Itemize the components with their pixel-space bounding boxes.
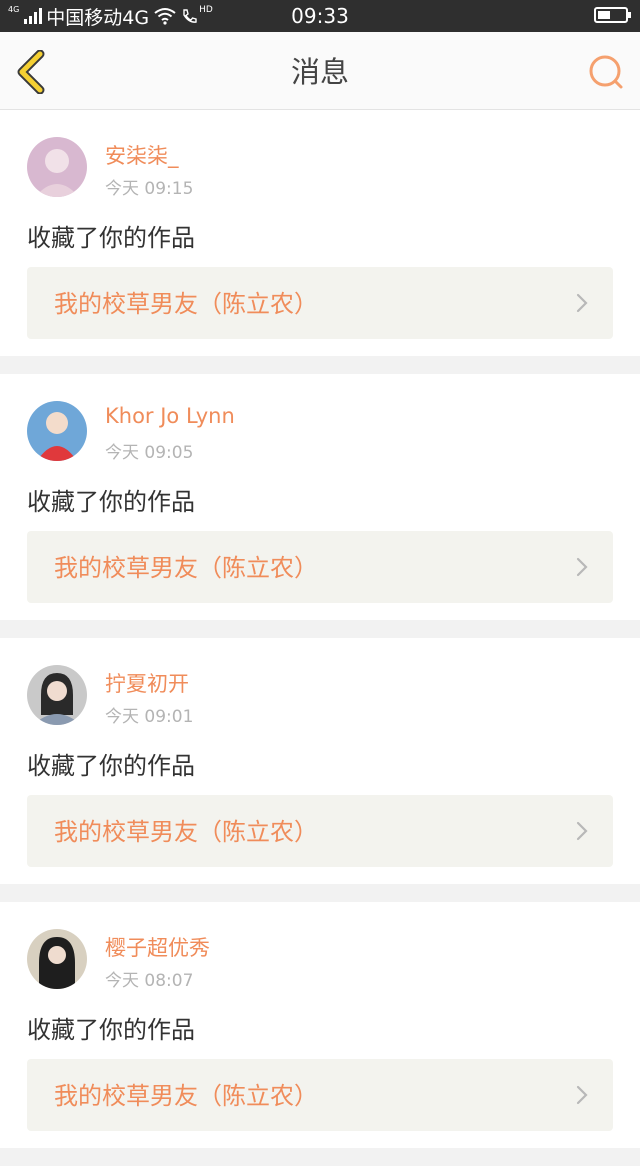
message-card: 拧夏初开 今天 09:01 收藏了你的作品 我的校草男友（陈立农） — [0, 638, 640, 884]
message-card: 樱子超优秀 今天 08:07 收藏了你的作品 我的校草男友（陈立农） — [0, 902, 640, 1148]
user-name[interactable]: 樱子超优秀 — [105, 932, 210, 962]
work-link[interactable]: 我的校草男友（陈立农） — [27, 531, 613, 603]
clock: 09:33 — [291, 4, 349, 28]
chevron-right-icon — [576, 821, 588, 841]
search-icon[interactable] — [586, 52, 626, 92]
avatar[interactable] — [27, 665, 87, 725]
battery-level — [598, 11, 610, 19]
work-title: 我的校草男友（陈立农） — [54, 554, 318, 582]
work-link[interactable]: 我的校草男友（陈立农） — [27, 795, 613, 867]
user-name[interactable]: Khor Jo Lynn — [105, 404, 235, 428]
user-name[interactable]: 拧夏初开 — [105, 668, 189, 698]
work-title: 我的校草男友（陈立农） — [54, 818, 318, 846]
work-title: 我的校草男友（陈立农） — [54, 1082, 318, 1110]
message-action: 收藏了你的作品 — [27, 752, 195, 780]
message-action: 收藏了你的作品 — [27, 488, 195, 516]
work-title: 我的校草男友（陈立农） — [54, 290, 318, 318]
navigation-bar: 消息 — [0, 32, 640, 110]
avatar[interactable] — [27, 401, 87, 461]
message-card: Khor Jo Lynn 今天 09:05 收藏了你的作品 我的校草男友（陈立农… — [0, 374, 640, 620]
message-action: 收藏了你的作品 — [27, 224, 195, 252]
avatar[interactable] — [27, 137, 87, 197]
chevron-right-icon — [576, 293, 588, 313]
avatar[interactable] — [27, 929, 87, 989]
work-link[interactable]: 我的校草男友（陈立农） — [27, 267, 613, 339]
message-action: 收藏了你的作品 — [27, 1016, 195, 1044]
work-link[interactable]: 我的校草男友（陈立农） — [27, 1059, 613, 1131]
message-time: 今天 09:01 — [105, 707, 194, 727]
message-card: 安柒柒_ 今天 09:15 收藏了你的作品 我的校草男友（陈立农） — [0, 110, 640, 356]
page-title: 消息 — [290, 55, 349, 89]
battery-icon — [594, 7, 631, 23]
status-bar: 4G 中国移动4G HD 09:33 — [0, 0, 640, 32]
chevron-right-icon — [576, 557, 588, 577]
message-list: 安柒柒_ 今天 09:15 收藏了你的作品 我的校草男友（陈立农） Khor J… — [0, 110, 640, 1166]
user-name[interactable]: 安柒柒_ — [105, 140, 179, 170]
message-time: 今天 09:05 — [105, 443, 194, 463]
chevron-right-icon — [576, 1085, 588, 1105]
message-time: 今天 09:15 — [105, 179, 194, 199]
message-time: 今天 08:07 — [105, 971, 194, 991]
